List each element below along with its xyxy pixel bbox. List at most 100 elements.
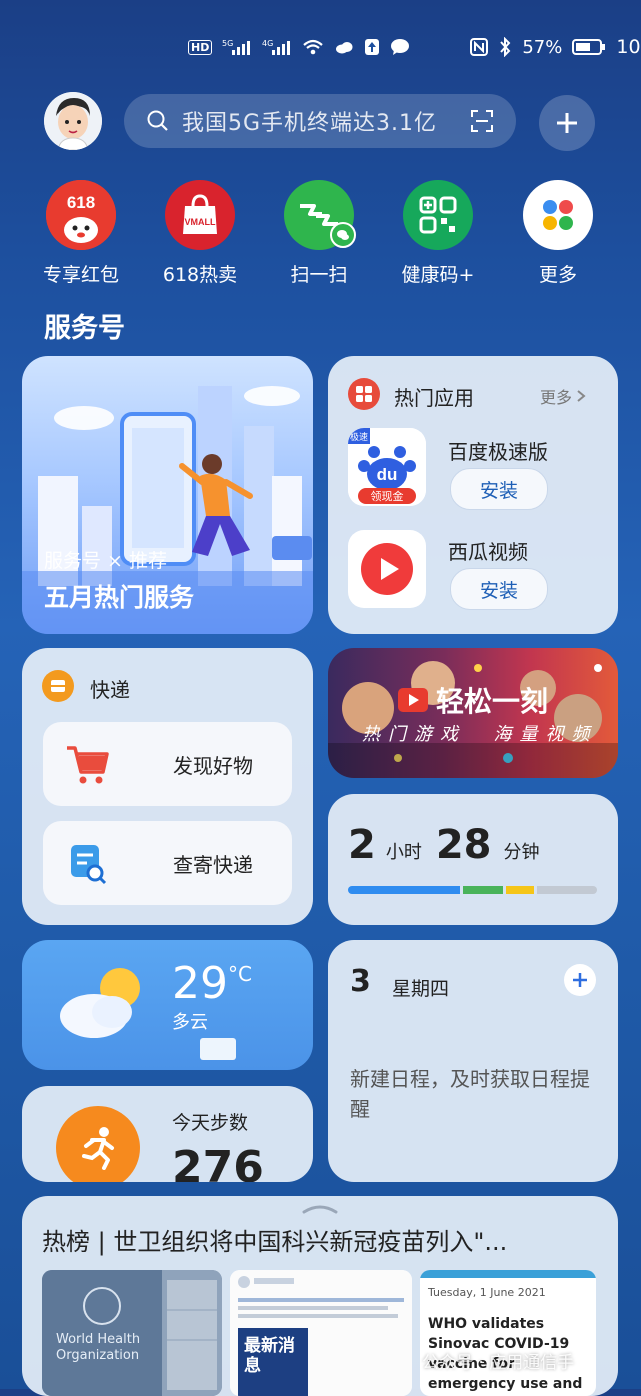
- signal-5g-icon: 5G: [222, 38, 252, 56]
- upload-icon: [364, 38, 380, 56]
- quick-app-label: 扫一扫: [290, 264, 348, 286]
- express-title: 快递: [90, 678, 130, 702]
- svg-text:du: du: [377, 465, 398, 484]
- video-banner-title: 轻松一刻: [436, 685, 549, 718]
- shopping-cart-icon: [67, 746, 109, 784]
- hot-apps-icon: [348, 378, 380, 410]
- avatar[interactable]: [44, 92, 102, 150]
- promo-card[interactable]: 服务号 × 推荐 五月热门服务: [22, 356, 313, 634]
- hours-unit: 小时: [385, 842, 422, 863]
- install-button[interactable]: 安装: [450, 468, 548, 510]
- svg-text:618: 618: [67, 193, 95, 212]
- battery-icon: [572, 38, 606, 56]
- quick-app-more[interactable]: 更多: [513, 180, 603, 287]
- screen-time-card[interactable]: 2 小时 28 分钟: [328, 794, 618, 925]
- svg-text:4G: 4G: [262, 39, 273, 48]
- calendar-day: 3: [350, 964, 371, 999]
- scan-app-icon: [284, 180, 356, 250]
- svg-text:极速: 极速: [350, 431, 368, 443]
- usage-segment: [506, 886, 534, 894]
- screen-time-value: 2 小时 28 分钟: [348, 822, 540, 868]
- discover-goods-tile[interactable]: 发现好物: [43, 722, 292, 806]
- signal-4g-icon: 4G: [262, 38, 292, 56]
- quick-app-label: 618热卖: [162, 264, 238, 286]
- minutes-value: 28: [435, 822, 492, 868]
- query-express-tile[interactable]: 查寄快递: [43, 821, 292, 905]
- news-thumb-who[interactable]: World Health Organization: [42, 1270, 222, 1396]
- temperature-unit: °C: [228, 962, 252, 986]
- calendar-weekday: 星期四: [392, 978, 450, 1000]
- message-icon: [390, 38, 410, 56]
- news-thumb-article[interactable]: 最新消息: [230, 1270, 412, 1396]
- wifi-icon: [302, 38, 324, 56]
- promo-title: 五月热门服务: [44, 583, 195, 612]
- running-icon: [56, 1106, 140, 1182]
- status-bar: HD 5G 4G 57% 10:14: [188, 34, 641, 60]
- bluetooth-icon: [498, 37, 512, 57]
- news-thumb-who-statement[interactable]: Tuesday, 1 June 2021 WHO validates Sinov…: [420, 1270, 596, 1396]
- steps-card[interactable]: 今天步数 276: [22, 1086, 313, 1182]
- search-bar[interactable]: 我国5G手机终端达3.1亿: [124, 94, 516, 148]
- quick-app-vmall[interactable]: VMALL 618热卖: [155, 180, 245, 287]
- temperature: 29 °C: [172, 958, 252, 1009]
- calendar-card[interactable]: 3 星期四 新建日程，及时获取日程提醒: [328, 940, 618, 1182]
- quick-app-label: 健康码+: [401, 264, 475, 286]
- usage-segment: [463, 886, 503, 894]
- app-name: 西瓜视频: [448, 540, 528, 564]
- chevron-right-icon: [577, 390, 586, 402]
- shopping-bag-icon: VMALL: [165, 180, 235, 250]
- svg-text:领现金: 领现金: [371, 489, 404, 503]
- svg-text:VMALL: VMALL: [185, 217, 216, 227]
- who-text: World Health Organization: [56, 1332, 141, 1363]
- section-title: 服务号: [44, 313, 125, 344]
- hot-apps-card: 热门应用 更多 du 领现金 极速 百度极速版 安装 西瓜视频 安装: [328, 356, 618, 634]
- svg-text:5G: 5G: [222, 39, 233, 48]
- health-code-icon: [403, 180, 473, 250]
- watermark: 公众号 · 应用通信手: [422, 1353, 575, 1373]
- add-button[interactable]: [539, 95, 595, 151]
- cloud-icon: [334, 40, 354, 54]
- video-banner-title-row: 轻松一刻: [398, 680, 548, 720]
- baidu-app-icon[interactable]: du 领现金 极速: [348, 428, 426, 506]
- quick-app-red-packet[interactable]: 618 专享红包: [36, 180, 126, 287]
- quick-app-label: 专享红包: [42, 264, 119, 286]
- wechat-icon: [330, 222, 356, 248]
- clock: 10:14: [616, 36, 641, 58]
- hours-value: 2: [348, 822, 376, 868]
- weather-card[interactable]: 29 °C 多云: [22, 940, 313, 1070]
- play-icon: [398, 688, 428, 712]
- weather-widget-handle: [200, 1038, 236, 1060]
- search-icon: [146, 109, 170, 133]
- usage-bar: [348, 886, 597, 894]
- search-placeholder: 我国5G手机终端达3.1亿: [182, 111, 438, 136]
- usage-segment: [348, 886, 460, 894]
- battery-percent: 57%: [522, 36, 563, 58]
- express-card: 快递 发现好物 查寄快递: [22, 648, 313, 925]
- add-event-button[interactable]: [564, 964, 596, 996]
- more-label: 更多: [540, 388, 573, 407]
- article-badge-text: 最新消息: [244, 1336, 295, 1376]
- usage-segment: [537, 886, 597, 894]
- xigua-app-icon[interactable]: [348, 530, 426, 608]
- tile-label: 发现好物: [173, 753, 253, 778]
- weather-desc: 多云: [172, 1012, 208, 1033]
- news-card[interactable]: 热榜 | 世卫组织将中国科兴新冠疫苗列入"... World Health Or…: [22, 1196, 618, 1396]
- plus-icon: [573, 973, 587, 987]
- more-apps-icon: [523, 180, 593, 250]
- header-strip: [420, 1270, 596, 1278]
- scan-icon[interactable]: [470, 109, 494, 133]
- video-banner[interactable]: 轻松一刻 热门游戏 海量视频: [328, 648, 618, 778]
- cloudy-icon: [60, 968, 140, 1038]
- quick-app-scan[interactable]: 扫一扫: [274, 180, 364, 287]
- quick-app-health-code[interactable]: 健康码+: [393, 180, 483, 287]
- hot-apps-title: 热门应用: [394, 386, 474, 410]
- hot-apps-more-link[interactable]: 更多: [540, 384, 586, 408]
- plus-icon: [557, 113, 577, 133]
- install-button[interactable]: 安装: [450, 568, 548, 610]
- drag-handle-icon[interactable]: [300, 1202, 340, 1214]
- app-name: 百度极速版: [448, 440, 548, 464]
- statement-date: Tuesday, 1 June 2021: [428, 1286, 546, 1299]
- steps-label: 今天步数: [172, 1112, 249, 1134]
- steps-count: 276: [172, 1142, 264, 1182]
- minutes-unit: 分钟: [503, 842, 540, 863]
